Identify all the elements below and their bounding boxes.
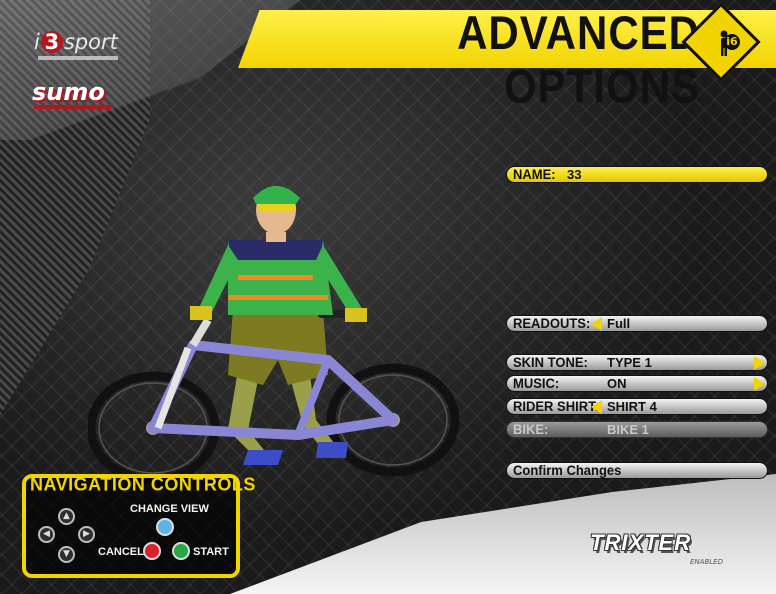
left-arrow-icon[interactable] bbox=[591, 317, 602, 331]
sumo-logo: sumo bbox=[32, 78, 105, 106]
option-readouts[interactable]: READOUTS: Full bbox=[506, 315, 768, 332]
cancel-button-icon bbox=[143, 542, 161, 560]
name-value: 33 bbox=[567, 167, 582, 182]
option-bike[interactable]: BIKE: BIKE 1 bbox=[506, 421, 768, 438]
sumo-logo-underline bbox=[34, 105, 112, 109]
start-button-icon bbox=[172, 542, 190, 560]
cancel-label: CANCEL bbox=[98, 546, 144, 558]
i3sport-logo-underline bbox=[38, 56, 118, 60]
skin-tone-value: TYPE 1 bbox=[607, 355, 652, 370]
trixter-logo: TRIXTER bbox=[590, 530, 692, 555]
trixter-logo-subtitle: ENABLED bbox=[690, 558, 723, 566]
readouts-value: Full bbox=[607, 316, 631, 331]
option-skin-tone[interactable]: SKIN TONE: TYPE 1 bbox=[506, 354, 768, 371]
i3sport-logo-number: 3 bbox=[40, 31, 63, 53]
rider-shirt-label: RIDER SHIRT: bbox=[513, 398, 599, 415]
i3sport-logo: i 3 sport bbox=[34, 30, 118, 54]
change-view-label: CHANGE VIEW bbox=[130, 503, 209, 515]
navigation-controls-title: NAVIGATION CONTROLS bbox=[30, 473, 256, 495]
rider-shirt-value: SHIRT 4 bbox=[607, 399, 657, 414]
music-value: ON bbox=[607, 376, 627, 391]
readouts-label: READOUTS: bbox=[513, 315, 591, 332]
dpad-left-icon: ◀ bbox=[38, 526, 55, 543]
silver-accent-bottom bbox=[230, 474, 776, 594]
page-title: ADVANCED OPTIONS bbox=[457, 6, 700, 113]
name-label: NAME: bbox=[513, 166, 556, 183]
confirm-changes-label: Confirm Changes bbox=[513, 462, 622, 479]
music-label: MUSIC: bbox=[513, 375, 560, 392]
bike-label: BIKE: bbox=[513, 421, 549, 438]
confirm-changes-button[interactable]: Confirm Changes bbox=[506, 462, 768, 479]
silver-accent-top bbox=[0, 0, 300, 140]
left-arrow-icon[interactable] bbox=[591, 400, 602, 414]
i3sport-logo-right: sport bbox=[63, 30, 118, 54]
skin-tone-label: SKIN TONE: bbox=[513, 354, 588, 371]
option-music[interactable]: MUSIC: ON bbox=[506, 375, 768, 392]
dpad-right-icon: ▶ bbox=[78, 526, 95, 543]
rider-number-badge: i6 bbox=[724, 34, 740, 50]
i3sport-logo-left: i bbox=[34, 30, 40, 54]
change-view-button-icon bbox=[156, 518, 174, 536]
name-field[interactable]: NAME: 33 bbox=[506, 166, 768, 183]
dpad-up-icon: ▲ bbox=[58, 508, 75, 525]
bike-value: BIKE 1 bbox=[607, 422, 649, 437]
rider-bike-preview bbox=[88, 186, 460, 485]
right-arrow-icon[interactable] bbox=[754, 356, 765, 370]
right-arrow-icon[interactable] bbox=[754, 377, 765, 391]
advanced-options-screen: i 3 sport sumo ADVANCED OPTIONS i6 NAME: 3… bbox=[0, 0, 776, 594]
option-rider-shirt[interactable]: RIDER SHIRT: SHIRT 4 bbox=[506, 398, 768, 415]
start-label: START bbox=[193, 546, 229, 558]
dpad-down-icon: ▼ bbox=[58, 546, 75, 563]
